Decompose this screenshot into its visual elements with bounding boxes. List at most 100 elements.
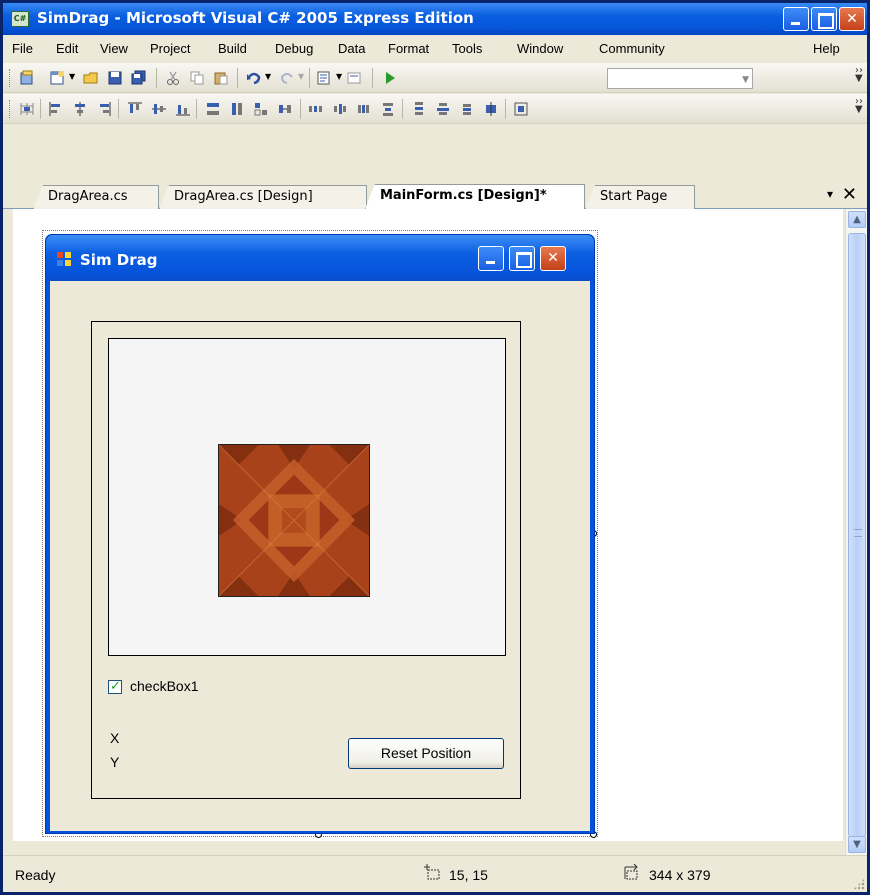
form-maximize-button[interactable]	[509, 246, 535, 271]
draggable-tile-image[interactable]	[218, 444, 370, 597]
toolbar-separator	[237, 68, 238, 88]
toolbar-separator	[505, 99, 506, 119]
tab-list-dropdown-icon[interactable]: ▾	[827, 187, 833, 201]
make-same-width-icon[interactable]	[205, 101, 221, 117]
menu-window[interactable]: Window	[517, 41, 563, 56]
form-title: Sim Drag	[80, 251, 158, 269]
vertical-spacing-icon[interactable]	[380, 101, 396, 117]
align-centers-icon[interactable]	[72, 101, 88, 117]
maximize-button[interactable]	[811, 7, 837, 31]
center-vertically-icon[interactable]	[513, 101, 529, 117]
window-title: SimDrag - Microsoft Visual C# 2005 Expre…	[37, 9, 474, 27]
y-label: Y	[110, 754, 120, 770]
remove-v-spacing-icon[interactable]	[459, 101, 475, 117]
copy-icon[interactable]	[189, 70, 205, 86]
center-horizontally-icon[interactable]	[483, 101, 499, 117]
menu-debug[interactable]: Debug	[275, 41, 313, 56]
find-icon[interactable]	[347, 70, 363, 86]
new-project-icon[interactable]	[19, 70, 35, 86]
size-grip-icon[interactable]	[853, 878, 865, 890]
group-panel: ✓ checkBox1 X Y Reset Position	[91, 321, 521, 799]
menu-bar: File Edit View Project Build Debug Data …	[3, 35, 867, 63]
checkbox1[interactable]: ✓	[108, 679, 122, 694]
toolbar-grip[interactable]	[9, 69, 12, 87]
ide-title-bar[interactable]: C# SimDrag - Microsoft Visual C# 2005 Ex…	[3, 3, 867, 35]
toolbar-separator	[372, 68, 373, 88]
increase-h-spacing-icon[interactable]	[308, 101, 324, 117]
menu-community[interactable]: Community	[599, 41, 665, 56]
align-tops-icon[interactable]	[127, 101, 143, 117]
redo-icon[interactable]	[279, 70, 295, 86]
save-all-icon[interactable]	[131, 70, 147, 86]
undo-icon[interactable]	[246, 70, 262, 86]
start-debug-icon[interactable]	[382, 70, 398, 86]
toolbar-overflow-icon[interactable]: ›› ▼	[855, 66, 863, 84]
navigate-dropdown-icon[interactable]: ▼	[336, 72, 342, 81]
standard-toolbar: ▼ ▼ ▼ ▼ ▼ ›› ▼	[3, 63, 867, 93]
align-bottoms-icon[interactable]	[175, 101, 191, 117]
align-to-grid-icon[interactable]	[19, 101, 35, 117]
close-document-icon[interactable]: ✕	[842, 184, 857, 205]
menu-edit[interactable]: Edit	[56, 41, 78, 56]
status-location: 15, 15	[449, 867, 488, 883]
decrease-h-spacing-icon[interactable]	[332, 101, 348, 117]
form-close-button[interactable]: ✕	[540, 246, 566, 271]
ide-window: C# SimDrag - Microsoft Visual C# 2005 Ex…	[0, 0, 870, 895]
document-tab-strip: DragArea.cs DragArea.cs [Design] MainFor…	[3, 181, 867, 209]
scroll-up-icon[interactable]: ▲	[848, 211, 866, 228]
add-item-dropdown-icon[interactable]: ▼	[69, 72, 75, 81]
decrease-v-spacing-icon[interactable]	[435, 101, 451, 117]
menu-format[interactable]: Format	[388, 41, 429, 56]
cut-icon[interactable]	[165, 70, 181, 86]
menu-file[interactable]: File	[12, 41, 33, 56]
maximize-icon	[812, 8, 836, 30]
horizontal-spacing-icon[interactable]	[277, 101, 293, 117]
form-minimize-button[interactable]	[478, 246, 504, 271]
scroll-thumb[interactable]	[848, 233, 866, 837]
close-button[interactable]: ✕	[839, 7, 865, 31]
tab-dragarea-cs[interactable]: DragArea.cs	[33, 185, 159, 209]
menu-tools[interactable]: Tools	[452, 41, 482, 56]
tab-start-page[interactable]: Start Page	[585, 185, 695, 209]
form-title-bar[interactable]: Sim Drag ✕	[46, 235, 594, 281]
menu-help[interactable]: Help	[813, 41, 840, 56]
menu-build[interactable]: Build	[218, 41, 247, 56]
paste-icon[interactable]	[213, 70, 229, 86]
remove-h-spacing-icon[interactable]	[356, 101, 372, 117]
x-label: X	[110, 730, 120, 746]
align-lefts-icon[interactable]	[48, 101, 64, 117]
size-to-grid-icon[interactable]	[229, 101, 245, 117]
reset-position-button[interactable]: Reset Position	[348, 738, 504, 769]
redo-dropdown-icon[interactable]: ▼	[298, 72, 304, 81]
checkbox1-label[interactable]: checkBox1	[130, 678, 198, 694]
minimize-icon	[784, 8, 808, 30]
open-file-icon[interactable]	[83, 70, 99, 86]
tab-mainform-design[interactable]: MainForm.cs [Design]*	[365, 184, 585, 209]
vertical-scrollbar[interactable]: ▲ ▼	[845, 209, 867, 855]
toolbar-separator	[300, 99, 301, 119]
tab-dragarea-design[interactable]: DragArea.cs [Design]	[159, 185, 367, 209]
solution-config-combo[interactable]: ▼	[607, 68, 753, 89]
make-same-size-icon[interactable]	[253, 101, 269, 117]
checkmark-icon: ✓	[110, 679, 121, 694]
align-middles-icon[interactable]	[151, 101, 167, 117]
save-icon[interactable]	[107, 70, 123, 86]
scroll-down-icon[interactable]: ▼	[848, 836, 866, 853]
toolbar-separator	[402, 99, 403, 119]
toolbar-separator	[118, 99, 119, 119]
undo-dropdown-icon[interactable]: ▼	[265, 72, 271, 81]
menu-view[interactable]: View	[100, 41, 128, 56]
minimize-button[interactable]	[783, 7, 809, 31]
add-item-icon[interactable]	[49, 70, 65, 86]
increase-v-spacing-icon[interactable]	[411, 101, 427, 117]
menu-data[interactable]: Data	[338, 41, 365, 56]
navigate-icon[interactable]	[316, 70, 332, 86]
scroll-grip-icon	[854, 529, 862, 537]
size-icon	[624, 863, 638, 880]
menu-project[interactable]: Project	[150, 41, 190, 56]
sim-drag-form[interactable]: Sim Drag ✕ ✓ checkBox1 X Y Reset Positio…	[45, 234, 595, 834]
toolbar-overflow-icon[interactable]: ›› ▼	[855, 97, 863, 115]
align-rights-icon[interactable]	[96, 101, 112, 117]
toolbar-grip[interactable]	[9, 100, 12, 118]
drag-area-control[interactable]	[108, 338, 506, 656]
